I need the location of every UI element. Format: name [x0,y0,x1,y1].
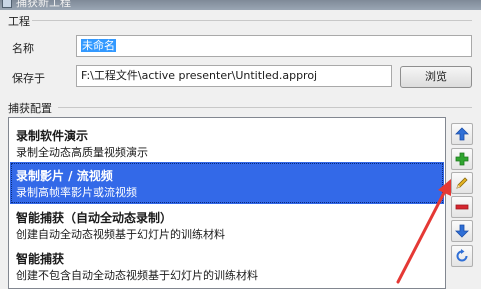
move-down-button[interactable] [451,220,473,242]
move-up-icon [455,127,469,141]
profile-title: 录制影片 / 流视频 [16,169,113,183]
title-bar: 捕获新工程 [0,0,481,10]
add-icon [455,152,469,166]
reset-icon [456,249,468,262]
edit-profile-button[interactable] [451,172,473,194]
profile-title: 录制软件演示 [16,129,89,143]
name-label: 名称 [12,42,34,55]
profile-description: 创建自动全动态视频基于幻灯片的训练材料 [16,228,225,241]
window-title: 捕获新工程 [16,0,71,9]
profile-list-item-selected[interactable]: 录制影片 / 流视频 录制高帧率影片或流视频 [10,162,444,204]
move-up-button[interactable] [451,123,473,145]
edit-pencil-icon [456,177,468,189]
move-down-icon [455,224,469,238]
remove-profile-button[interactable] [451,196,473,218]
add-profile-button[interactable] [451,148,473,170]
project-name-value: 未命名 [81,39,116,52]
profile-description: 录制全动态高质量视频演示 [16,146,148,159]
profile-list-item[interactable]: 智能捕获 创建不包含自动全动态视频基于幻灯片的训练材料 [10,245,444,287]
profile-title: 智能捕获（自动全动态录制） [16,211,173,225]
project-group-divider [32,20,472,21]
profile-description: 录制高帧率影片或流视频 [16,186,137,199]
profile-list-item[interactable]: 录制软件演示 录制全动态高质量视频演示 [10,122,444,164]
profile-list-item[interactable]: 智能捕获（自动全动态录制） 创建自动全动态视频基于幻灯片的训练材料 [10,204,444,246]
save-path-input[interactable]: F:\工程文件\active presenter\Untitled.approj [76,65,392,87]
remove-icon [455,204,469,210]
reset-profiles-button[interactable] [451,245,473,267]
capture-group-divider [58,107,472,108]
profile-title: 智能捕获 [16,252,65,266]
app-icon [2,0,12,8]
save-location-label: 保存于 [12,72,45,85]
browse-button[interactable]: 浏览 [400,66,472,88]
capture-profile-group-label: 捕获配置 [8,102,52,115]
profile-description: 创建不包含自动全动态视频基于幻灯片的训练材料 [16,269,258,282]
capture-profile-list[interactable]: 录制软件演示 录制全动态高质量视频演示 录制影片 / 流视频 录制高帧率影片或流… [8,117,446,289]
project-name-input[interactable]: 未命名 [76,35,472,57]
project-group-label: 工程 [8,15,30,28]
